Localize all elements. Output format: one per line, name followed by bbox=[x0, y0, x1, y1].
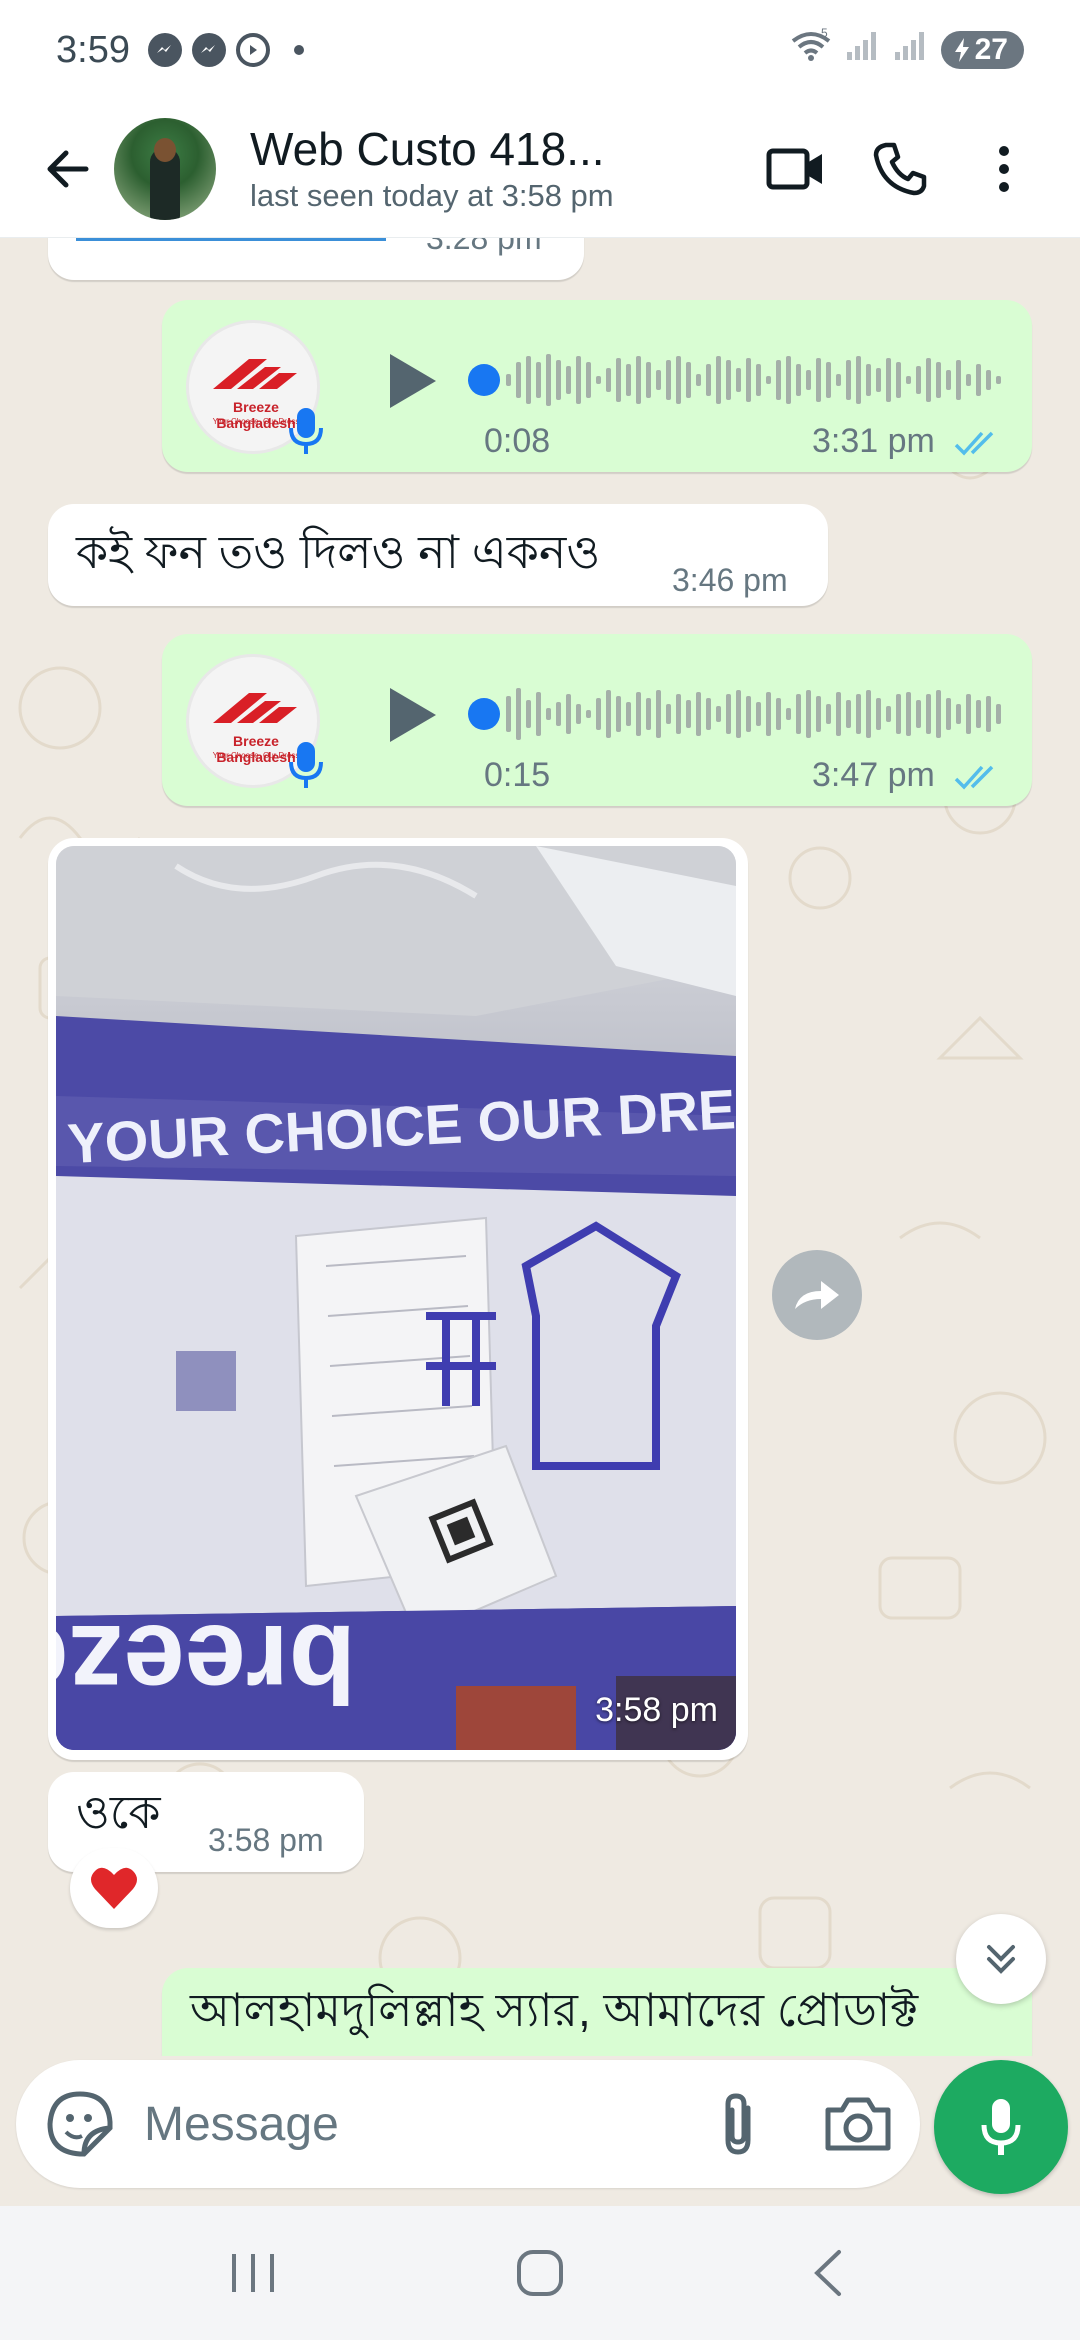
play-icon[interactable] bbox=[374, 680, 444, 750]
message-time-row: 3:31 pm bbox=[812, 422, 1002, 461]
voice-duration: 0:15 bbox=[484, 756, 551, 794]
message-composer bbox=[0, 2056, 1080, 2206]
read-ticks-icon bbox=[955, 431, 994, 456]
chat-area[interactable]: 3:28 pm Breeze Bangladesh Your Choose, O… bbox=[0, 238, 1080, 2056]
message-time: 3:31 pm bbox=[812, 422, 935, 460]
forward-arrow-icon bbox=[795, 1281, 839, 1309]
message-time: 3:58 pm bbox=[208, 1822, 324, 1858]
message-time: 3:28 pm bbox=[426, 238, 542, 256]
emoji-sticker-icon[interactable] bbox=[44, 2088, 116, 2160]
breeze-logo-icon bbox=[213, 693, 297, 723]
camera-icon[interactable] bbox=[820, 2086, 896, 2162]
heart-icon bbox=[91, 1867, 137, 1909]
bag-brand: breeze bbox=[56, 1602, 356, 1725]
contact-name: Web Custo 418... bbox=[250, 122, 605, 175]
battery-indicator: 27 bbox=[940, 31, 1024, 69]
play-icon[interactable] bbox=[374, 346, 444, 416]
read-ticks-icon bbox=[955, 765, 994, 790]
kebab-menu-icon bbox=[999, 145, 1009, 192]
message-text: ওকে bbox=[76, 1786, 161, 1838]
recent-apps-button[interactable] bbox=[193, 2223, 313, 2323]
status-time: 3:59 bbox=[56, 28, 130, 71]
svg-text:5: 5 bbox=[821, 27, 828, 40]
arrow-left-icon bbox=[47, 150, 89, 187]
status-bar: 3:59 5 27 bbox=[0, 0, 1080, 100]
message-time: 3:46 pm bbox=[672, 562, 788, 598]
last-seen-status: last seen today at 3:58 pm bbox=[250, 177, 614, 213]
chevron-left-icon bbox=[813, 2250, 841, 2296]
message-time: 3:47 pm bbox=[812, 756, 935, 794]
voice-message-outgoing[interactable]: Breeze Bangladesh Your Choose, Our Dress bbox=[162, 634, 1032, 806]
cast-play-icon bbox=[235, 33, 270, 67]
message-reaction[interactable] bbox=[70, 1848, 158, 1928]
mic-icon bbox=[289, 408, 323, 454]
voice-record-button[interactable] bbox=[934, 2060, 1068, 2194]
back-button[interactable] bbox=[36, 137, 100, 201]
recents-icon bbox=[232, 2254, 275, 2292]
message-time-row: 3:47 pm bbox=[812, 756, 1002, 795]
video-camera-icon bbox=[766, 148, 822, 189]
signal-icon bbox=[893, 29, 929, 72]
message-text: কই ফন তও দিলও না একনও bbox=[76, 526, 601, 578]
waveform[interactable] bbox=[460, 682, 1080, 746]
message-text: আলহামদুলিল্লাহ স্যার, আমাদের প্রোডাক্ট bbox=[190, 1984, 919, 2036]
message-bubble-incoming[interactable]: 3:28 pm bbox=[48, 238, 584, 280]
voice-message-outgoing[interactable]: Breeze Bangladesh Your Choose, Our Dress bbox=[162, 300, 1032, 472]
package-photo[interactable]: YOUR CHOICE OUR DREA breez 3:58 pm bbox=[56, 846, 736, 1750]
message-bubble-outgoing[interactable]: আলহামদুলিল্লাহ স্যার, আমাদের প্রোডাক্ট bbox=[162, 1968, 1032, 2056]
system-back-button[interactable] bbox=[767, 2223, 887, 2323]
notification-dot bbox=[293, 45, 304, 55]
messenger-icon bbox=[191, 33, 226, 67]
messenger-icon bbox=[147, 33, 182, 67]
signal-icon bbox=[845, 29, 881, 72]
system-navigation-bar bbox=[0, 2206, 1080, 2340]
forward-button[interactable] bbox=[772, 1250, 862, 1340]
contact-info[interactable]: Web Custo 418... last seen today at 3:58… bbox=[250, 122, 614, 216]
message-input-container bbox=[16, 2060, 920, 2188]
waveform[interactable] bbox=[460, 348, 1080, 412]
image-message-incoming[interactable]: YOUR CHOICE OUR DREA breez 3:58 pm bbox=[48, 838, 748, 1760]
message-bubble-incoming[interactable]: কই ফন তও দিলও না একনও 3:46 pm bbox=[48, 504, 828, 606]
voice-call-button[interactable] bbox=[852, 121, 948, 217]
package-illustration: YOUR CHOICE OUR DREA breez bbox=[56, 846, 736, 1750]
microphone-icon bbox=[981, 2099, 1021, 2155]
mic-icon bbox=[289, 742, 323, 788]
link-preview-divider bbox=[76, 238, 386, 241]
message-input[interactable] bbox=[144, 2084, 684, 2164]
message-time: 3:58 pm bbox=[595, 1691, 718, 1729]
battery-level: 27 bbox=[974, 33, 1008, 66]
chat-header: Web Custo 418... last seen today at 3:58… bbox=[0, 100, 1080, 238]
home-button[interactable] bbox=[480, 2223, 600, 2323]
more-options-button[interactable] bbox=[956, 121, 1052, 217]
contact-avatar[interactable] bbox=[114, 117, 216, 220]
scroll-to-bottom-button[interactable] bbox=[956, 1914, 1046, 2004]
home-icon bbox=[516, 2250, 563, 2296]
breeze-logo-icon bbox=[213, 359, 297, 389]
video-call-button[interactable] bbox=[748, 121, 844, 217]
paperclip-icon[interactable] bbox=[700, 2086, 776, 2162]
wifi-icon: 5 bbox=[789, 26, 833, 73]
double-chevron-down-icon bbox=[987, 1945, 1015, 1974]
voice-duration: 0:08 bbox=[484, 422, 551, 460]
phone-icon bbox=[873, 142, 927, 195]
charging-bolt-icon bbox=[954, 38, 969, 62]
